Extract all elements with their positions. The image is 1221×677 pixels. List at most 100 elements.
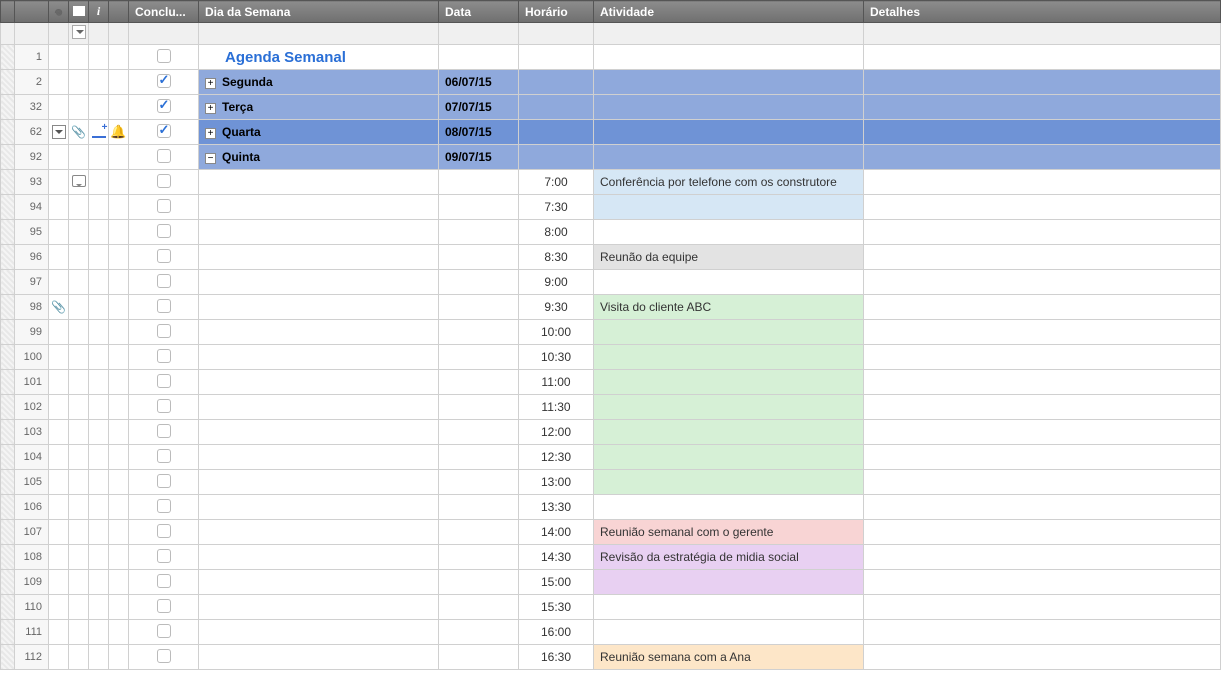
day-row[interactable]: 62📎🔔+Quarta08/07/15 [1, 120, 1221, 145]
dia-cell[interactable] [199, 645, 439, 670]
data-cell[interactable] [439, 195, 519, 220]
checkbox-icon[interactable] [157, 49, 171, 63]
timeslot-row[interactable]: 10915:00 [1, 570, 1221, 595]
conclu-cell[interactable] [129, 470, 199, 495]
horario-cell[interactable]: 7:30 [519, 195, 594, 220]
dia-cell[interactable] [199, 395, 439, 420]
detalhes-cell[interactable] [864, 470, 1221, 495]
atividade-cell[interactable] [594, 45, 864, 70]
checkbox-icon[interactable] [157, 624, 171, 638]
timeslot-row[interactable]: 11116:00 [1, 620, 1221, 645]
conclu-cell[interactable] [129, 145, 199, 170]
data-cell[interactable] [439, 620, 519, 645]
checkbox-icon[interactable] [157, 499, 171, 513]
data-cell[interactable] [439, 570, 519, 595]
atividade-cell[interactable]: Revisão da estratégia de midia social [594, 545, 864, 570]
detalhes-cell[interactable] [864, 420, 1221, 445]
rownum-cell[interactable]: 101 [15, 370, 49, 395]
data-cell[interactable] [439, 520, 519, 545]
atividade-cell[interactable] [594, 320, 864, 345]
horario-cell[interactable]: 15:30 [519, 595, 594, 620]
expand-icon[interactable]: + [205, 103, 216, 114]
checkbox-icon[interactable] [157, 574, 171, 588]
conclu-cell[interactable] [129, 95, 199, 120]
detalhes-cell[interactable] [864, 95, 1221, 120]
rownum-cell[interactable]: 105 [15, 470, 49, 495]
dia-cell[interactable] [199, 320, 439, 345]
conclu-cell[interactable] [129, 420, 199, 445]
detalhes-cell[interactable] [864, 220, 1221, 245]
day-row[interactable]: 92−Quinta09/07/15 [1, 145, 1221, 170]
checkbox-icon[interactable] [157, 524, 171, 538]
checkbox-icon[interactable] [157, 424, 171, 438]
dia-cell[interactable] [199, 495, 439, 520]
atividade-cell[interactable] [594, 445, 864, 470]
filter-dropdown-icon[interactable] [72, 25, 86, 39]
paperclip-icon[interactable]: 📎 [71, 125, 86, 139]
conclu-cell[interactable] [129, 545, 199, 570]
dia-cell[interactable] [199, 345, 439, 370]
data-cell[interactable] [439, 420, 519, 445]
col-horario[interactable]: Horário [519, 1, 594, 23]
atividade-cell[interactable] [594, 370, 864, 395]
data-cell[interactable] [439, 545, 519, 570]
horario-cell[interactable]: 16:00 [519, 620, 594, 645]
rownum-cell[interactable]: 93 [15, 170, 49, 195]
conclu-cell[interactable] [129, 45, 199, 70]
detalhes-cell[interactable] [864, 645, 1221, 670]
conclu-cell[interactable] [129, 570, 199, 595]
checkbox-icon[interactable] [157, 224, 171, 238]
checkbox-icon[interactable] [157, 449, 171, 463]
atividade-cell[interactable] [594, 420, 864, 445]
data-cell[interactable] [439, 495, 519, 520]
dia-cell[interactable] [199, 570, 439, 595]
detalhes-cell[interactable] [864, 195, 1221, 220]
checkbox-icon[interactable] [157, 374, 171, 388]
conclu-cell[interactable] [129, 395, 199, 420]
rownum-cell[interactable]: 92 [15, 145, 49, 170]
horario-cell[interactable]: 11:00 [519, 370, 594, 395]
detalhes-cell[interactable] [864, 445, 1221, 470]
row-menu-icon[interactable] [52, 125, 66, 139]
dia-cell[interactable]: +Segunda [199, 70, 439, 95]
checkbox-icon[interactable] [157, 199, 171, 213]
rownum-cell[interactable]: 103 [15, 420, 49, 445]
dia-cell[interactable] [199, 170, 439, 195]
data-cell[interactable] [439, 320, 519, 345]
dia-cell[interactable] [199, 295, 439, 320]
conclu-cell[interactable] [129, 220, 199, 245]
timeslot-row[interactable]: 968:30Reunão da equipe [1, 245, 1221, 270]
timeslot-row[interactable]: 10412:30 [1, 445, 1221, 470]
atividade-cell[interactable] [594, 345, 864, 370]
dia-cell[interactable]: +Terça [199, 95, 439, 120]
timeslot-row[interactable]: 10613:30 [1, 495, 1221, 520]
rownum-cell[interactable]: 110 [15, 595, 49, 620]
detalhes-cell[interactable] [864, 145, 1221, 170]
atividade-cell[interactable] [594, 270, 864, 295]
checkbox-icon[interactable] [157, 174, 171, 188]
reminder-icon[interactable]: 🔔 [110, 124, 126, 139]
rownum-cell[interactable]: 98 [15, 295, 49, 320]
timeslot-row[interactable]: 958:00 [1, 220, 1221, 245]
rownum-cell[interactable]: 104 [15, 445, 49, 470]
col-detalhes[interactable]: Detalhes [864, 1, 1221, 23]
horario-cell[interactable]: 10:00 [519, 320, 594, 345]
rownum-cell[interactable]: 32 [15, 95, 49, 120]
conclu-cell[interactable] [129, 620, 199, 645]
atividade-cell[interactable]: Reunão da equipe [594, 245, 864, 270]
horario-cell[interactable]: 11:30 [519, 395, 594, 420]
rownum-cell[interactable]: 96 [15, 245, 49, 270]
detalhes-cell[interactable] [864, 595, 1221, 620]
atividade-cell[interactable] [594, 145, 864, 170]
horario-cell[interactable]: 12:00 [519, 420, 594, 445]
insert-row-icon[interactable] [92, 124, 106, 138]
checkbox-icon[interactable] [157, 99, 171, 113]
detalhes-cell[interactable] [864, 620, 1221, 645]
detalhes-cell[interactable] [864, 545, 1221, 570]
col-data[interactable]: Data [439, 1, 519, 23]
horario-cell[interactable] [519, 95, 594, 120]
rownum-cell[interactable]: 112 [15, 645, 49, 670]
horario-cell[interactable]: 9:30 [519, 295, 594, 320]
col-atividade[interactable]: Atividade [594, 1, 864, 23]
expand-icon[interactable]: + [205, 78, 216, 89]
